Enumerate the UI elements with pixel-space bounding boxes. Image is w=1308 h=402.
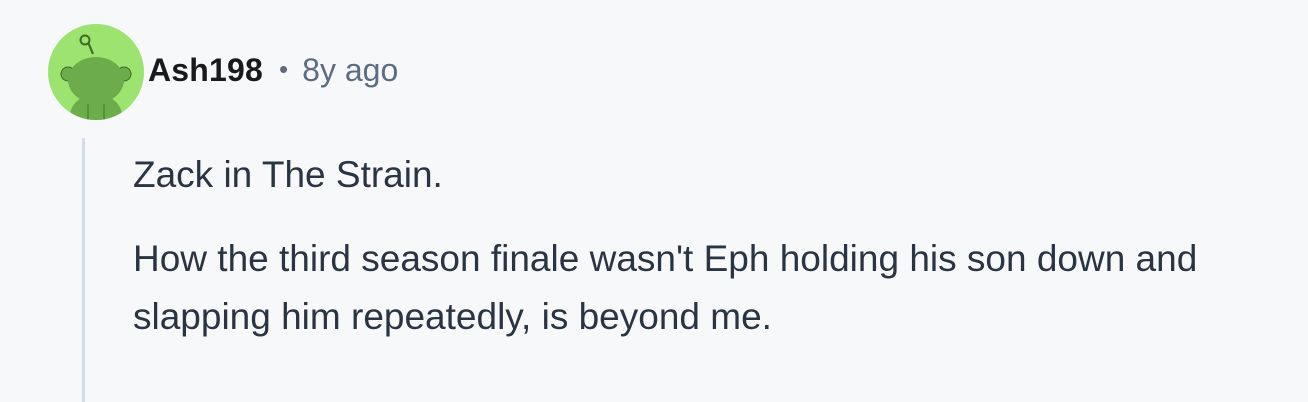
comment-body: Zack in The Strain. How the third season… xyxy=(133,146,1263,346)
comment: Ash198 • 8y ago Zack in The Strain. How … xyxy=(0,0,1308,402)
comment-header: Ash198 • 8y ago xyxy=(148,52,398,96)
comment-paragraph: How the third season finale wasn't Eph h… xyxy=(133,238,1198,337)
avatar[interactable] xyxy=(48,24,144,120)
timestamp[interactable]: 8y ago xyxy=(302,52,398,89)
reddit-snoo-icon xyxy=(60,34,132,120)
separator-dot: • xyxy=(279,54,289,84)
comment-paragraph: Zack in The Strain. xyxy=(133,154,443,195)
thread-line[interactable] xyxy=(82,138,85,402)
username[interactable]: Ash198 xyxy=(148,52,263,89)
